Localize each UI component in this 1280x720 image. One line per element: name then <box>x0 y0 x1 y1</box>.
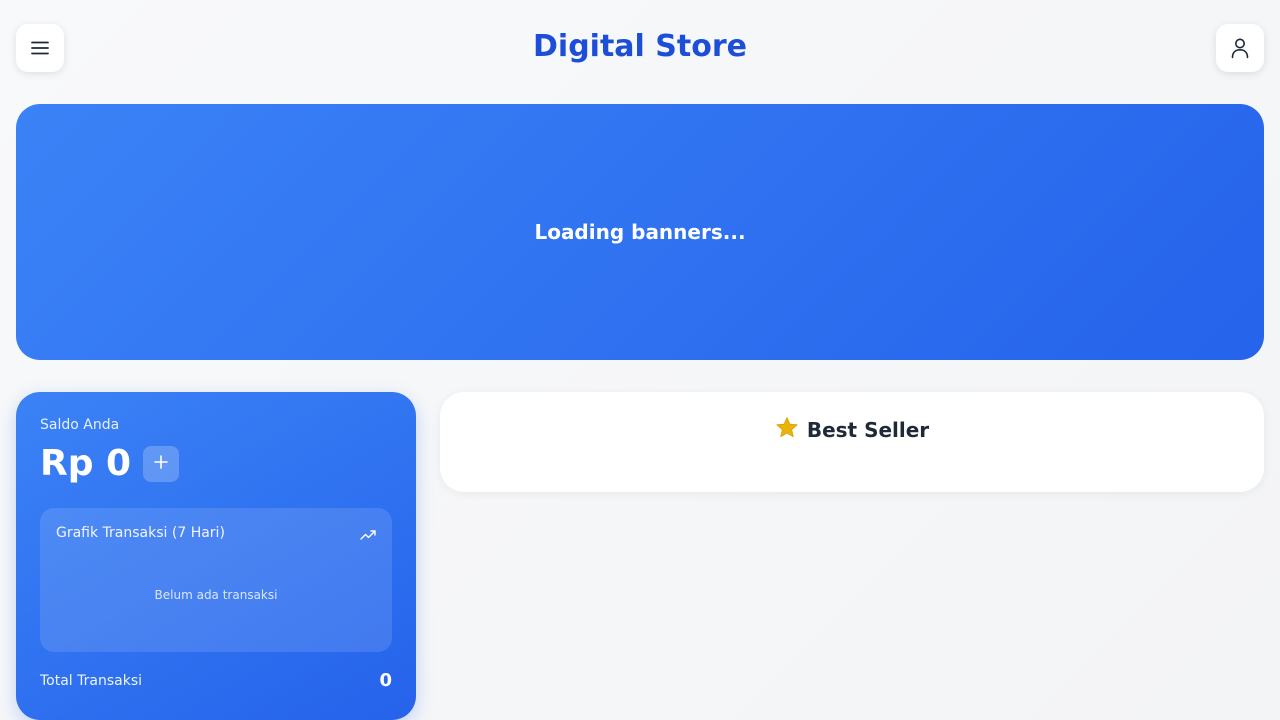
transaction-chart: Grafik Transaksi (7 Hari) Belum ada tran… <box>40 508 392 652</box>
banner-loading-text: Loading banners... <box>534 220 746 244</box>
total-transactions-value: 0 <box>379 670 392 691</box>
balance-label: Saldo Anda <box>40 417 120 433</box>
trending-up-icon <box>360 526 376 545</box>
balance-row: Rp 0 <box>40 442 180 486</box>
page-title: Digital Store <box>533 29 747 64</box>
total-transactions-label: Total Transaksi <box>40 673 143 689</box>
balance-amount: Rp 0 <box>40 443 132 484</box>
profile-button[interactable] <box>1216 24 1264 72</box>
star-icon <box>775 416 799 444</box>
chart-empty-message: Belum ada transaksi <box>154 588 278 602</box>
balance-card: Saldo Anda Rp 0 Grafik Transaksi (7 Hari… <box>16 392 416 720</box>
best-seller-title: Best Seller <box>806 418 930 442</box>
best-seller-section: Best Seller <box>440 392 1264 492</box>
chart-title: Grafik Transaksi (7 Hari) <box>56 525 225 541</box>
best-seller-header: Best Seller <box>440 416 1264 444</box>
plus-icon <box>153 454 169 474</box>
topup-button[interactable] <box>143 446 180 482</box>
banner-carousel[interactable]: Loading banners... <box>16 104 1264 360</box>
user-icon <box>1230 37 1250 59</box>
